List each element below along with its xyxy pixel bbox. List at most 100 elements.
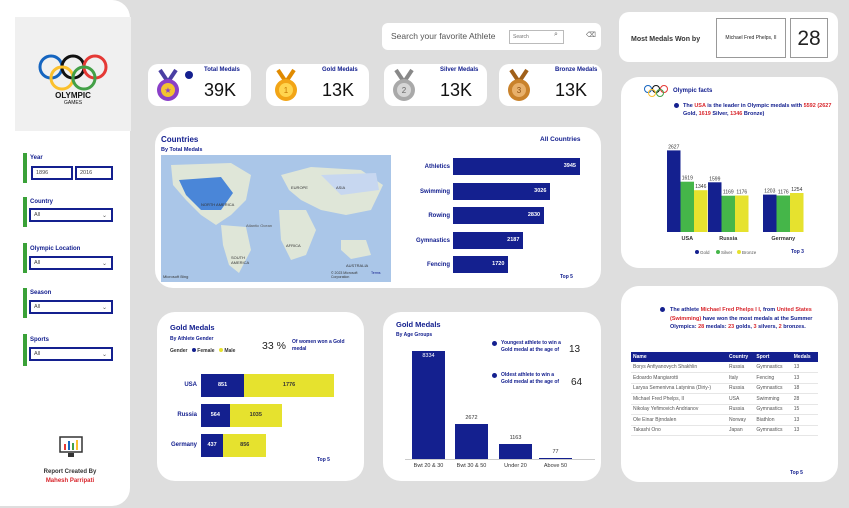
gender-title: Gold Medals (170, 323, 215, 332)
cell-name: Edoardo Mangiarotti (633, 374, 679, 381)
male-bar[interactable]: 1776 (244, 374, 334, 397)
gender-category-label: Germany (170, 442, 197, 448)
world-map[interactable]: NORTH AMERICA EUROPE ASIA AFRICA SOUTH A… (161, 155, 391, 282)
map-label: Atlantic Ocean (246, 223, 273, 228)
cell-name: Larysa Semenivna Latynina (Diriy-) (633, 385, 712, 392)
bullet-dot (492, 341, 497, 346)
report-by-label: Report Created By (43, 469, 97, 475)
svg-text:★: ★ (164, 86, 171, 95)
column-header-medals[interactable]: Medals (794, 352, 818, 362)
sports-category-label: Rowing (428, 213, 450, 219)
age-bar[interactable] (499, 443, 532, 459)
age-value-label: 2672 (465, 415, 478, 422)
search-prompt: Search your favorite Athlete (391, 31, 496, 41)
cell-medals: 13 (793, 374, 800, 381)
youngest-value: 13 (569, 344, 581, 355)
gender-subtitle: By Athlete Gender (170, 336, 214, 342)
kpi-label: Silver Medals (440, 67, 479, 73)
cell-country: Russia (729, 364, 745, 370)
svg-text:3: 3 (517, 86, 522, 95)
map-label: ASIA (336, 185, 346, 190)
table-row[interactable]: Michael Fred Phelps, II USA Swimming 28 (631, 394, 818, 404)
countries-card: Countries By Total Medals All Countries … (155, 127, 601, 288)
top-label: Top 5 (560, 274, 573, 280)
year-from-input[interactable]: 1896 (31, 166, 73, 180)
location-filter: Olympic Location All ⌄ (23, 243, 116, 273)
year-filter: Year 1896 2016 (23, 153, 116, 183)
sports-category-label: Swimming (419, 188, 450, 195)
most-medals-count: 28 (790, 18, 828, 58)
cell-sport: Fencing (756, 374, 775, 381)
kpi-gold-medals: 1 Gold Medals 13K (266, 64, 369, 106)
table-row[interactable]: Larysa Semenivna Latynina (Diriy-) Russia… (631, 383, 818, 394)
oldest-value: 64 (571, 377, 583, 388)
table-row[interactable]: Ole Einar Bjrndalen Norway Biathlon 13 (631, 415, 818, 425)
age-bar[interactable] (412, 351, 445, 459)
age-value-label: 1163 (509, 434, 522, 441)
gender-category-label: Russia (177, 412, 197, 418)
top-label: Top 3 (791, 249, 804, 255)
eraser-icon[interactable]: ⌫ (586, 31, 596, 39)
female-bar[interactable]: 564 (201, 404, 230, 427)
legend-dot (716, 250, 720, 254)
female-bar[interactable]: 437 (201, 434, 224, 457)
country-dropdown[interactable]: All ⌄ (29, 208, 113, 222)
sports-category-label: Fencing (426, 262, 450, 268)
kpi-value: 39K (204, 80, 237, 100)
search-icon[interactable]: ⌕ (554, 31, 558, 39)
cell-medals: 13 (793, 416, 800, 423)
sports-bar[interactable]: 3945 (453, 158, 580, 175)
table-row[interactable]: Nikolay Yefimovich Andrianov Russia Gymnas… (631, 404, 818, 415)
cell-country: Russia (729, 385, 745, 392)
sports-bar[interactable]: 2187 (453, 231, 524, 249)
women-pct-text: Of women won a Gold medal (292, 339, 345, 352)
column-header-name[interactable]: Name (631, 352, 729, 362)
facts-value-label: 1254 (791, 187, 802, 193)
facts-category-label: Russia (719, 236, 738, 242)
location-value: All (34, 260, 41, 266)
olympic-rings-icon (644, 85, 668, 97)
location-dropdown[interactable]: All ⌄ (29, 256, 113, 270)
table-row[interactable]: Edoardo Mangiarotti Italy Fencing 13 (631, 373, 818, 383)
facts-bar-silver (721, 195, 735, 232)
sports-bar[interactable]: 2830 (453, 207, 545, 224)
sports-dropdown[interactable]: All ⌄ (29, 347, 113, 361)
all-countries-label[interactable]: All Countries (540, 136, 580, 143)
male-bar[interactable]: 856 (223, 434, 267, 457)
facts-bar-bronze (735, 195, 749, 232)
column-header-country[interactable]: Country (729, 352, 756, 362)
map-terms-link[interactable]: Terms (371, 271, 381, 275)
logo-subtext: GAMES (63, 100, 83, 106)
sports-bar[interactable]: 1720 (453, 256, 509, 273)
legend-label: Bronze (742, 250, 757, 255)
male-bar[interactable]: 1035 (229, 404, 282, 427)
sports-bar[interactable]: 3026 (453, 182, 551, 200)
chevron-down-icon: ⌄ (101, 352, 107, 358)
sidebar: OLYMPIC GAMES Year 1896 2016 Country All… (0, 0, 131, 506)
age-category-label: Above 50 (543, 463, 568, 469)
season-dropdown[interactable]: All ⌄ (29, 300, 113, 314)
column-header-sport[interactable]: Sport (756, 352, 793, 362)
bullet-dot (492, 373, 497, 378)
women-pct: 33 % (262, 340, 286, 352)
age-bar[interactable] (455, 424, 488, 459)
chevron-down-icon: ⌄ (101, 305, 107, 311)
year-to-input[interactable]: 2016 (75, 166, 113, 180)
kpi-value: 13K (555, 80, 588, 100)
facts-grouped-bar-chart: 262716191346USA15991169 1176Russia1203 117… (667, 144, 804, 255)
female-bar[interactable]: 851 (201, 374, 245, 397)
map-label: EUROPE (291, 185, 308, 190)
countries-subtitle: By Total Medals (161, 147, 203, 153)
sports-value: All (34, 351, 41, 357)
logo-text: OLYMPIC (55, 91, 91, 100)
facts-bar-silver (680, 181, 694, 232)
olympic-facts-card: Olympic facts The USA is the leader in O… (621, 77, 838, 268)
facts-text: The USA is the leader in Olympic medals … (683, 103, 832, 117)
table-row[interactable]: Takashi Ono Japan Gymnastics 13 (631, 425, 818, 436)
purple-medal-icon: ★ (157, 68, 193, 101)
countries-title: Countries (161, 135, 199, 144)
table-row[interactable]: Borys Anfiyanovych Shakhlin Russia Gymnast… (631, 362, 818, 373)
oldest-text: Oldest athlete to win a Gold medal at th… (501, 372, 560, 385)
legend-male: Male (224, 348, 236, 354)
facts-bar-gold (667, 150, 681, 232)
